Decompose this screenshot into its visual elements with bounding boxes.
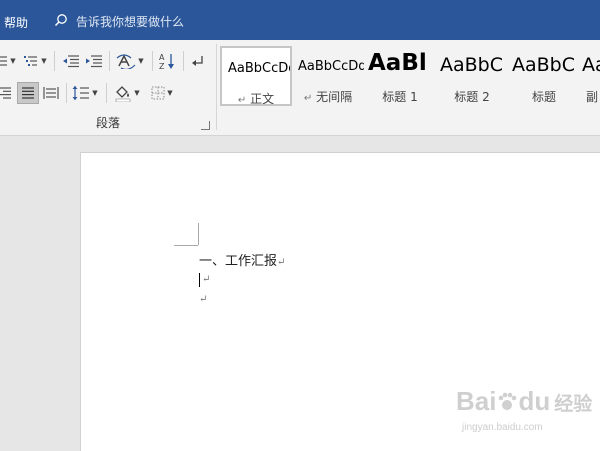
shading-button[interactable]: ▼ xyxy=(112,82,142,104)
watermark-url: jingyan.baidu.com xyxy=(462,422,543,433)
chevron-down-icon: ▼ xyxy=(41,57,47,65)
align-right-button[interactable] xyxy=(0,82,14,104)
justify-button[interactable] xyxy=(17,82,39,104)
multilevel-list-icon xyxy=(23,54,39,68)
paint-bucket-icon xyxy=(114,84,132,102)
distributed-icon xyxy=(43,86,59,100)
tell-me-placeholder: 告诉我你想要做什么 xyxy=(76,14,185,29)
style-preview: AaBbCcDd xyxy=(298,59,364,74)
paragraph-mark: ↵ xyxy=(202,274,211,285)
baidu-jingyan-watermark: Bai du 经验 jingyan.baidu.com xyxy=(456,386,596,446)
document-line[interactable]: ↵ xyxy=(199,271,210,286)
borders-button[interactable]: ▼ xyxy=(146,82,178,104)
justify-icon xyxy=(21,86,35,100)
increase-indent-button[interactable] xyxy=(83,50,105,72)
paragraph-mark: ↵ xyxy=(199,294,208,305)
show-formatting-marks-button[interactable] xyxy=(188,50,208,72)
style-no-spacing[interactable]: AaBbCcDd ↵ 无间隔 xyxy=(292,46,364,106)
separator xyxy=(106,83,107,103)
style-title[interactable]: AaBbC 标题 xyxy=(508,46,580,106)
style-preview: AaBbC xyxy=(440,54,504,76)
style-name: ↵ 正文 xyxy=(237,92,275,106)
style-heading-2[interactable]: AaBbC 标题 2 xyxy=(436,46,508,106)
watermark-logo: Bai du 经验 xyxy=(456,386,593,416)
svg-text:Z: Z xyxy=(159,62,165,70)
bullets-icon xyxy=(0,54,8,68)
style-preview: AaBbCcDd xyxy=(228,61,292,76)
sort-icon: AZ xyxy=(158,52,176,70)
borders-icon xyxy=(151,86,165,100)
separator xyxy=(183,51,184,71)
increase-indent-icon xyxy=(85,54,103,68)
return-mark-icon xyxy=(191,54,205,68)
paragraph-mark: ↵ xyxy=(277,257,286,268)
margin-corner-mark xyxy=(174,245,198,246)
paragraph-group: ▼ ▼ ▼ AZ ▼ ▼ ▼ 段落 xyxy=(0,40,216,135)
decrease-indent-icon xyxy=(62,54,80,68)
style-preview: AaBbC xyxy=(512,54,576,76)
decrease-indent-button[interactable] xyxy=(60,50,82,72)
style-name: 副 xyxy=(586,90,599,104)
chinese-layout-icon xyxy=(116,53,136,69)
chinese-layout-button[interactable]: ▼ xyxy=(114,50,146,72)
search-icon xyxy=(54,12,68,31)
chevron-down-icon: ▼ xyxy=(138,57,144,65)
style-heading-1[interactable]: AaBl 标题 1 xyxy=(364,46,436,106)
bullets-button[interactable]: ▼ xyxy=(0,50,16,72)
style-name: 标题 xyxy=(531,90,556,104)
line-spacing-icon xyxy=(72,85,90,101)
paragraph-group-label: 段落 xyxy=(95,116,120,130)
style-preview: AaBl xyxy=(368,50,427,76)
chevron-down-icon: ▼ xyxy=(10,57,16,65)
margin-corner-mark xyxy=(198,223,199,245)
svg-text:A: A xyxy=(159,53,165,62)
sort-button[interactable]: AZ xyxy=(156,50,178,72)
chevron-down-icon: ▼ xyxy=(92,89,98,97)
help-tab[interactable]: 帮助 xyxy=(4,14,28,31)
style-normal[interactable]: AaBbCcDd ↵ 正文 xyxy=(220,46,292,106)
paw-icon xyxy=(499,392,517,410)
separator xyxy=(66,83,67,103)
style-subtitle[interactable]: Aa 副 xyxy=(580,46,600,106)
document-line[interactable]: 一、工作汇报↵ xyxy=(199,250,285,269)
style-name: 标题 2 xyxy=(454,90,490,104)
tell-me-search[interactable]: 告诉我你想要做什么 xyxy=(54,12,184,30)
distributed-button[interactable] xyxy=(41,82,61,104)
separator xyxy=(54,51,55,71)
document-line[interactable]: ↵ xyxy=(199,291,207,306)
chevron-down-icon: ▼ xyxy=(134,89,140,97)
style-preview: Aa xyxy=(582,54,600,76)
line-spacing-button[interactable]: ▼ xyxy=(70,82,100,104)
dialog-launcher-icon[interactable] xyxy=(201,121,210,130)
style-name: 标题 1 xyxy=(382,90,418,104)
multilevel-list-button[interactable]: ▼ xyxy=(22,50,48,72)
title-bar: 帮助 告诉我你想要做什么 xyxy=(0,0,600,40)
separator xyxy=(152,51,153,71)
style-name: ↵ 无间隔 xyxy=(303,90,353,104)
styles-gallery: AaBbCcDd ↵ 正文 AaBbCcDd ↵ 无间隔 AaBl 标题 1 A… xyxy=(220,46,600,106)
separator xyxy=(109,51,110,71)
group-separator xyxy=(216,44,217,130)
align-right-icon xyxy=(0,86,12,100)
chevron-down-icon: ▼ xyxy=(167,89,173,97)
